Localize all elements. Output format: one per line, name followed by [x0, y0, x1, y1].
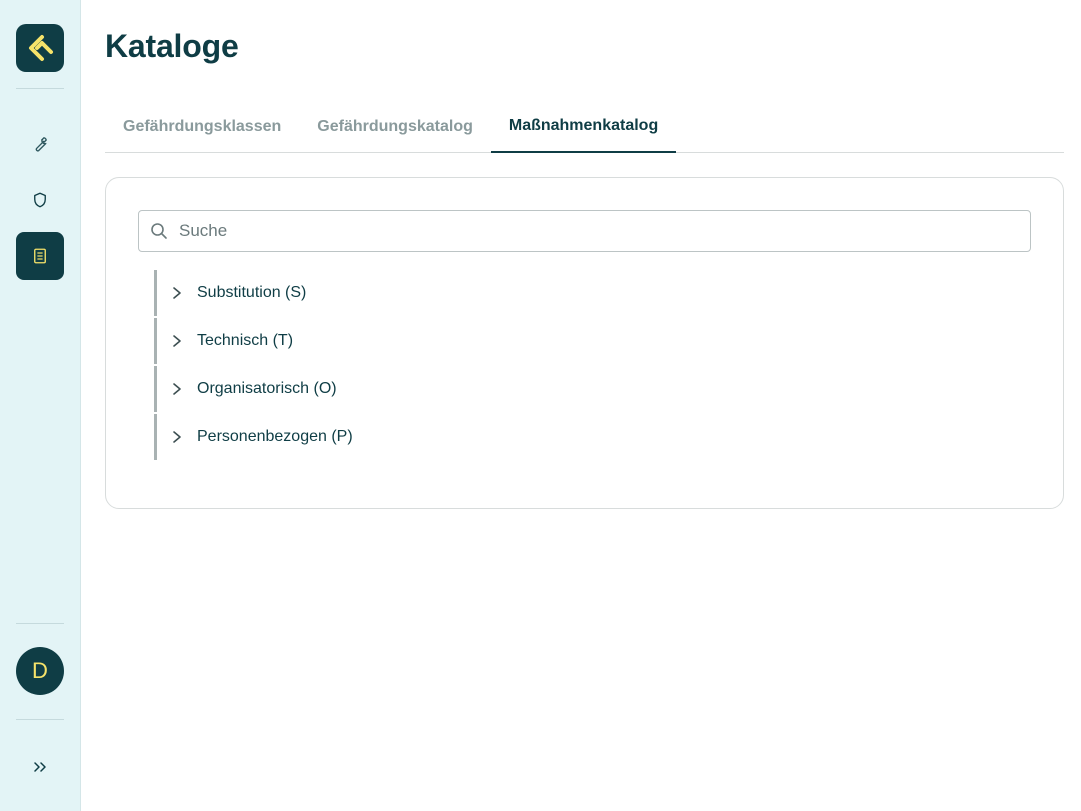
user-avatar[interactable]: D [16, 647, 64, 695]
page-title: Kataloge [105, 28, 239, 64]
tree-item-label: Organisatorisch (O) [197, 380, 337, 397]
sidebar-item-hazards[interactable] [16, 176, 64, 224]
catalog-icon [34, 248, 46, 264]
tree-item[interactable]: Substitution (S) [154, 270, 554, 316]
expand-sidebar-button[interactable] [16, 743, 64, 791]
double-chevron-right-icon [34, 762, 46, 772]
tree-item-label: Technisch (T) [197, 332, 294, 349]
tree-item-label: Substitution (S) [197, 284, 307, 301]
chevron-right-icon[interactable] [157, 334, 197, 348]
app-logo[interactable] [16, 24, 64, 72]
sidebar-item-tools[interactable] [16, 120, 64, 168]
tab-measures-catalog[interactable]: Maßnahmenkatalog [490, 100, 677, 153]
search-icon [139, 222, 179, 240]
tab-hazard-catalog[interactable]: Gefährdungskatalog [299, 100, 491, 153]
sidebar-divider [16, 719, 64, 720]
search-input[interactable] [179, 221, 999, 241]
sidebar-divider [16, 623, 64, 624]
chevron-right-icon[interactable] [157, 430, 197, 444]
wrench-icon [35, 137, 47, 152]
sidebar: D [0, 0, 81, 811]
chevron-right-icon[interactable] [157, 286, 197, 300]
logo-icon [29, 35, 53, 61]
tree-item[interactable]: Personenbezogen (P) [154, 414, 554, 460]
tree-item-label: Personenbezogen (P) [197, 428, 353, 445]
chevron-right-icon[interactable] [157, 382, 197, 396]
avatar-initial: D [32, 658, 48, 683]
tree-item[interactable]: Technisch (T) [154, 318, 554, 364]
sidebar-divider [16, 88, 64, 89]
tab-hazard-classes[interactable]: Gefährdungsklassen [105, 100, 299, 153]
shield-icon [34, 192, 46, 208]
search-box [138, 210, 1031, 252]
sidebar-item-catalogs[interactable] [16, 232, 64, 280]
measures-tree: Substitution (S) Technisch (T) Organisat… [154, 270, 554, 462]
catalog-card: Substitution (S) Technisch (T) Organisat… [105, 177, 1064, 509]
tree-item[interactable]: Organisatorisch (O) [154, 366, 554, 412]
tab-bar: Gefährdungsklassen Gefährdungskatalog Ma… [105, 100, 1064, 153]
